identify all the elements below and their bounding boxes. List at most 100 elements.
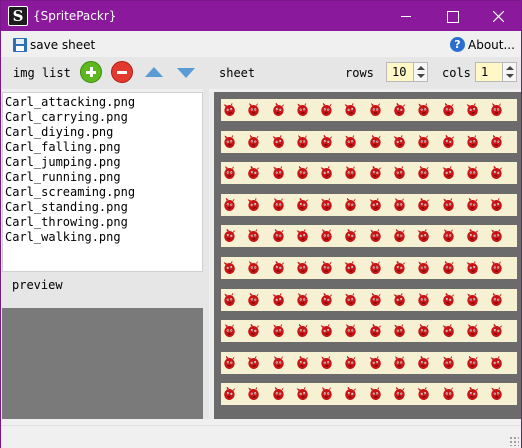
about-button[interactable]: ? About... xyxy=(450,36,515,53)
add-image-button[interactable] xyxy=(80,61,102,83)
sprite-frame xyxy=(223,261,235,274)
sprite-frame xyxy=(418,261,430,274)
sprite-frame xyxy=(394,387,405,401)
sprite-frame xyxy=(272,197,284,211)
sprite-frame xyxy=(393,292,405,306)
cols-value[interactable]: 1 xyxy=(475,62,503,82)
sprite-frame xyxy=(320,324,333,338)
image-file-list[interactable]: Carl_attacking.png Carl_carrying.png Car… xyxy=(2,92,203,272)
file-list-item[interactable]: Carl_throwing.png xyxy=(5,215,202,230)
sprite-frame xyxy=(394,197,405,211)
file-list-item[interactable]: Carl_screaming.png xyxy=(5,185,202,200)
file-list-item[interactable]: Carl_walking.png xyxy=(5,230,202,245)
move-down-button[interactable] xyxy=(177,68,195,78)
save-sheet-button[interactable]: save sheet xyxy=(13,36,95,53)
sprite-frame xyxy=(345,355,357,369)
maximize-button[interactable] xyxy=(429,1,475,31)
sprite-frame xyxy=(491,103,502,116)
file-list-item[interactable]: Carl_jumping.png xyxy=(5,155,202,170)
sprite-strip xyxy=(221,383,517,406)
sprite-frame xyxy=(370,229,381,243)
sprite-frame xyxy=(248,387,260,401)
sprite-frame xyxy=(321,229,332,243)
file-list-item[interactable]: Carl_falling.png xyxy=(5,140,202,155)
sprite-frame xyxy=(345,103,357,116)
sprite-frame xyxy=(442,103,454,116)
cols-increment-button[interactable] xyxy=(503,63,516,72)
sprite-frame xyxy=(248,292,260,306)
sprite-frame xyxy=(418,387,430,401)
sprite-frame xyxy=(491,387,503,401)
title-bar: S {SpritePackr} xyxy=(1,1,521,31)
move-up-button[interactable] xyxy=(145,67,163,77)
rows-decrement-button[interactable] xyxy=(414,72,427,81)
sprite-strip xyxy=(221,225,517,248)
sprite-frame xyxy=(272,229,284,243)
sprite-frame xyxy=(467,229,479,243)
sprite-frame xyxy=(321,387,332,401)
sprite-strip xyxy=(221,320,517,343)
file-list-item[interactable]: Carl_running.png xyxy=(5,170,202,185)
file-list-item[interactable]: Carl_diying.png xyxy=(5,125,202,140)
sprite-frame xyxy=(321,134,333,148)
sprite-frame xyxy=(442,229,454,243)
sprite-frame xyxy=(369,197,381,211)
close-button[interactable] xyxy=(475,1,521,31)
cols-spinbox[interactable]: 1 xyxy=(475,62,517,84)
sprite-frame xyxy=(467,197,478,211)
sprite-frame xyxy=(248,324,260,338)
cols-decrement-button[interactable] xyxy=(503,72,516,81)
sprite-frame xyxy=(418,229,430,243)
rows-value[interactable]: 10 xyxy=(386,62,414,82)
save-sheet-label: save sheet xyxy=(30,37,96,52)
sprite-frame xyxy=(418,355,430,369)
sprite-frame xyxy=(297,134,308,148)
preview-canvas xyxy=(2,308,203,419)
file-list-item[interactable]: Carl_carrying.png xyxy=(5,110,202,125)
resize-grip[interactable] xyxy=(509,436,519,446)
status-bar xyxy=(1,425,521,448)
sprite-strip xyxy=(221,130,517,153)
sprite-frame xyxy=(442,324,454,338)
sprite-frame xyxy=(272,292,284,306)
sprite-frame xyxy=(297,261,308,274)
sprite-frame xyxy=(248,229,260,243)
sprite-frame xyxy=(320,166,333,180)
cols-label: cols xyxy=(442,66,471,80)
sprite-frame xyxy=(297,103,308,116)
close-icon xyxy=(493,11,504,22)
sprite-frame xyxy=(247,197,260,211)
sprite-frame xyxy=(321,103,332,116)
sprite-frame xyxy=(442,355,454,369)
sprite-sheet-canvas xyxy=(209,92,521,419)
sprite-frame xyxy=(345,134,357,148)
sprite-frame xyxy=(297,166,308,180)
menu-bar: save sheet ? About... xyxy=(1,31,521,57)
sprite-frame xyxy=(394,261,406,274)
sprite-strip xyxy=(221,351,517,374)
rows-increment-button[interactable] xyxy=(414,63,427,72)
sprite-frame xyxy=(321,261,332,274)
file-list-item[interactable]: Carl_standing.png xyxy=(5,200,202,215)
sprite-frame xyxy=(490,355,503,369)
about-label: About... xyxy=(468,37,515,52)
sprite-frame xyxy=(223,103,235,116)
sprite-frame xyxy=(272,387,284,401)
sprite-frame xyxy=(442,387,454,401)
remove-image-button[interactable] xyxy=(111,61,133,83)
sprite-frame xyxy=(418,134,430,148)
rows-spinbox[interactable]: 10 xyxy=(386,62,428,84)
sprite-strip xyxy=(221,162,517,185)
sprite-frame xyxy=(491,166,503,180)
sprite-frame xyxy=(491,229,503,243)
sprite-frame xyxy=(272,103,284,116)
sprite-frame xyxy=(370,261,381,274)
sheet-label: sheet xyxy=(219,66,256,80)
sprite-frame xyxy=(272,134,284,148)
minimize-button[interactable] xyxy=(383,1,429,31)
sprite-frame xyxy=(321,292,333,306)
sprite-frame xyxy=(370,387,381,401)
sprite-frame xyxy=(321,197,332,211)
sprite-frame xyxy=(272,324,284,338)
file-list-item[interactable]: Carl_attacking.png xyxy=(5,95,202,110)
